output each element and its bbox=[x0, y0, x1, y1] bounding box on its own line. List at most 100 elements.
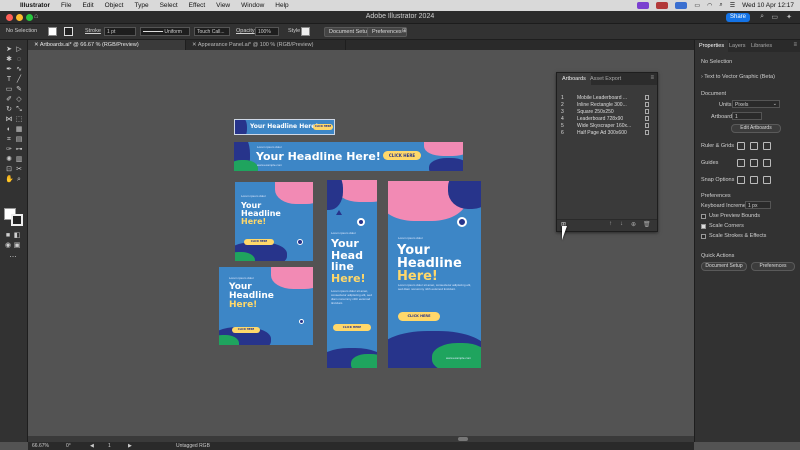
artboard-row[interactable]: 5 Wide Skyscraper 160x... bbox=[561, 123, 653, 130]
menu-window[interactable]: Window bbox=[241, 2, 264, 9]
scale-corners-checkbox[interactable] bbox=[701, 224, 706, 229]
slice-tool-icon[interactable]: ✂ bbox=[15, 166, 23, 174]
snap-to-pixel-icon[interactable] bbox=[750, 176, 758, 184]
wifi-icon[interactable]: ◠ bbox=[707, 2, 712, 9]
new-artboard-icon[interactable]: ⊕ bbox=[631, 221, 636, 228]
perspective-grid-tool-icon[interactable]: ▦ bbox=[15, 126, 23, 134]
battery-icon[interactable]: ▭ bbox=[694, 2, 700, 9]
type-tool-icon[interactable]: T bbox=[5, 76, 13, 84]
smart-guides-icon[interactable] bbox=[763, 159, 771, 167]
units-select[interactable]: Pixels ⌄ bbox=[732, 100, 780, 108]
artboard-row[interactable]: 2 Inline Rectangle 300... bbox=[561, 102, 653, 109]
menubar-clock[interactable]: Wed 10 Apr 12:17 bbox=[742, 2, 794, 9]
hand-tool-icon[interactable]: ✋ bbox=[5, 176, 14, 184]
stroke-profile-select[interactable]: Uniform bbox=[140, 27, 190, 36]
color-mode-icon[interactable]: ■ bbox=[4, 232, 12, 240]
tab-artboards-doc[interactable]: ✕ Artboards.ai* @ 66.67 % (RGB/Preview) bbox=[28, 40, 186, 50]
grid-icon[interactable] bbox=[750, 142, 758, 150]
artboard-options-icon[interactable] bbox=[645, 102, 649, 107]
fill-swatch[interactable] bbox=[48, 27, 57, 36]
tab-libraries[interactable]: Libraries bbox=[747, 40, 776, 52]
paintbrush-tool-icon[interactable]: ✎ bbox=[15, 86, 23, 94]
magic-wand-tool-icon[interactable]: ✱ bbox=[5, 56, 13, 64]
quick-preferences-button[interactable]: Preferences bbox=[751, 262, 795, 271]
blend-tool-icon[interactable]: ⊶ bbox=[15, 146, 23, 154]
transparency-grid-icon[interactable] bbox=[763, 142, 771, 150]
status-app-icon[interactable] bbox=[637, 2, 650, 9]
zoom-level[interactable]: 66.67% bbox=[32, 443, 49, 449]
shaper-tool-icon[interactable]: ✐ bbox=[5, 96, 13, 104]
delete-artboard-icon[interactable]: 🗑 bbox=[643, 221, 651, 228]
gradient-tool-icon[interactable]: ▤ bbox=[15, 136, 23, 144]
horizontal-scroll-thumb[interactable] bbox=[458, 437, 468, 441]
artboard-options-icon[interactable] bbox=[645, 109, 649, 114]
workspace-icon[interactable]: ▭ bbox=[771, 13, 778, 21]
control-center-icon[interactable]: ☰ bbox=[730, 2, 735, 9]
edit-toolbar-icon[interactable]: ⋯ bbox=[9, 254, 17, 262]
width-tool-icon[interactable]: ⋈ bbox=[5, 116, 13, 124]
eraser-tool-icon[interactable]: ◇ bbox=[15, 96, 23, 104]
menu-object[interactable]: Object bbox=[105, 2, 124, 9]
screen-mode-icon[interactable]: ▣ bbox=[13, 242, 21, 250]
move-down-icon[interactable]: ↓ bbox=[620, 221, 623, 227]
quick-document-setup-button[interactable]: Document Setup bbox=[701, 262, 747, 271]
shape-builder-tool-icon[interactable]: ◐ bbox=[5, 126, 13, 134]
gradient-mode-icon[interactable]: ◧ bbox=[13, 232, 21, 240]
status-record-icon[interactable] bbox=[656, 2, 669, 9]
eyedropper-tool-icon[interactable]: ✑ bbox=[5, 146, 13, 154]
opacity-input[interactable]: 100% bbox=[255, 27, 279, 36]
panel-menu-icon[interactable]: ≡ bbox=[650, 75, 654, 81]
artboard-number[interactable]: 1 bbox=[108, 443, 111, 449]
preferences-button[interactable]: Preferences bbox=[367, 27, 407, 37]
stroke-weight-input[interactable]: 1 pt bbox=[104, 27, 136, 36]
rectangle-tool-icon[interactable]: ▭ bbox=[5, 86, 13, 94]
curvature-tool-icon[interactable]: ∿ bbox=[15, 66, 23, 74]
menu-edit[interactable]: Edit bbox=[82, 2, 93, 9]
text-to-vector-row[interactable]: › Text to Vector Graphic (Beta) bbox=[701, 74, 775, 80]
artboard-leaderboard[interactable]: Lorem ipsum dolor Your Headline Here! ww… bbox=[234, 142, 463, 171]
tab-appearance-doc[interactable]: ✕ Appearance Panel.ai* @ 100 % (RGB/Prev… bbox=[186, 40, 346, 50]
brush-select[interactable]: Touch Call... bbox=[194, 27, 230, 36]
show-guides-icon[interactable] bbox=[737, 159, 745, 167]
artboard-wide-skyscraper[interactable]: Lorem ipsum dolor Your Head line Here! L… bbox=[327, 180, 377, 368]
use-preview-bounds-checkbox[interactable] bbox=[701, 214, 706, 219]
arrange-icon[interactable]: ⊞ bbox=[402, 28, 407, 34]
column-graph-tool-icon[interactable]: ▥ bbox=[15, 156, 23, 164]
artboard-half-page[interactable]: Lorem ipsum dolor Your Headline Here! Lo… bbox=[388, 181, 481, 368]
free-transform-tool-icon[interactable]: ⬚ bbox=[15, 116, 23, 124]
drawing-mode-icon[interactable]: ◉ bbox=[4, 242, 12, 250]
status-sync-icon[interactable] bbox=[675, 2, 688, 9]
pen-tool-icon[interactable]: ✒ bbox=[5, 66, 13, 74]
move-up-icon[interactable]: ↑ bbox=[609, 221, 612, 227]
menu-file[interactable]: File bbox=[61, 2, 71, 9]
zoom-tool-icon[interactable]: ⌕ bbox=[15, 176, 23, 184]
artboard-inline-rectangle[interactable]: Lorem ipsum dolor Your Headline Here! CL… bbox=[235, 182, 313, 261]
tab-properties[interactable]: Properties bbox=[695, 40, 729, 52]
tab-layers[interactable]: Layers bbox=[725, 40, 750, 52]
stroke-label[interactable]: Stroke bbox=[85, 28, 101, 34]
artboard-row[interactable]: 1 Mobile Leaderboard ... bbox=[561, 95, 653, 102]
artboard-square[interactable]: Lorem ipsum dolor Your Headline Here! CL… bbox=[219, 267, 313, 345]
ruler-icon[interactable] bbox=[737, 142, 745, 150]
artboard-row[interactable]: 4 Leaderboard 728x90 bbox=[561, 116, 653, 123]
snap-to-glyph-icon[interactable] bbox=[763, 176, 771, 184]
edit-artboards-button[interactable]: Edit Artboards bbox=[731, 124, 781, 133]
symbol-sprayer-tool-icon[interactable]: ✺ bbox=[5, 156, 13, 164]
menu-app-name[interactable]: Illustrator bbox=[20, 2, 50, 9]
discover-icon[interactable]: ✦ bbox=[786, 13, 792, 21]
next-artboard-icon[interactable]: ▶ bbox=[128, 443, 132, 449]
menu-select[interactable]: Select bbox=[160, 2, 178, 9]
menu-view[interactable]: View bbox=[216, 2, 230, 9]
scale-strokes-checkbox[interactable] bbox=[701, 234, 706, 239]
artboard-options-icon[interactable] bbox=[645, 123, 649, 128]
artboard-options-icon[interactable] bbox=[645, 95, 649, 100]
stroke-color-icon[interactable] bbox=[11, 214, 23, 226]
properties-menu-icon[interactable]: ≡ bbox=[793, 42, 797, 48]
artboard-row[interactable]: 6 Half Page Ad 300x600 bbox=[561, 130, 653, 137]
share-button[interactable]: Share bbox=[725, 13, 750, 22]
lock-guides-icon[interactable] bbox=[750, 159, 758, 167]
opacity-label[interactable]: Opacity bbox=[236, 28, 255, 34]
menu-type[interactable]: Type bbox=[134, 2, 148, 9]
artboard-tool-icon[interactable]: ⊡ bbox=[5, 166, 13, 174]
menu-help[interactable]: Help bbox=[275, 2, 288, 9]
